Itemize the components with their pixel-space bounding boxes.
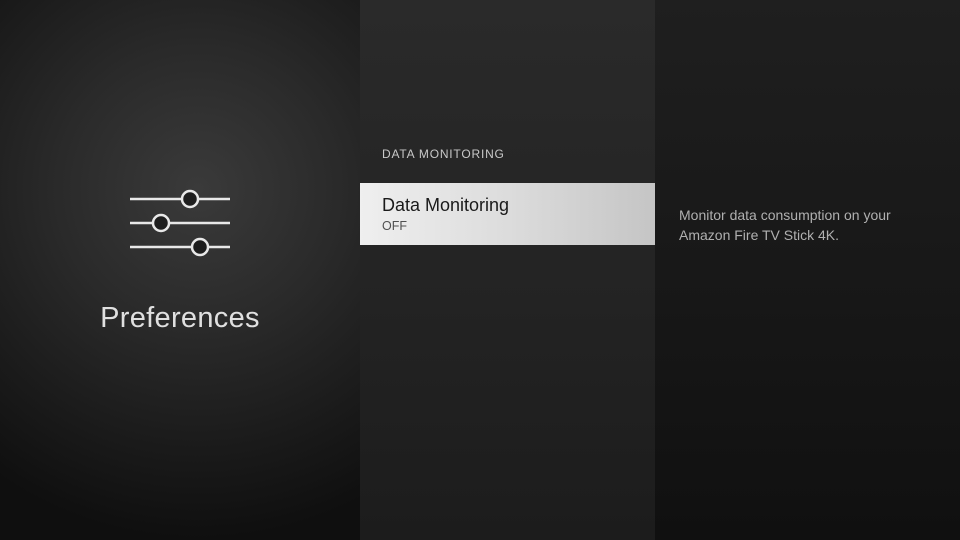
options-panel: DATA MONITORING Data Monitoring OFF	[360, 0, 655, 540]
description-panel: Monitor data consumption on your Amazon …	[655, 0, 960, 540]
option-title: Data Monitoring	[382, 195, 655, 216]
left-content: Preferences	[100, 185, 260, 335]
section-header: DATA MONITORING	[360, 0, 655, 161]
data-monitoring-option[interactable]: Data Monitoring OFF	[360, 183, 655, 245]
settings-screen: Preferences DATA MONITORING Data Monitor…	[0, 0, 960, 540]
option-description: Monitor data consumption on your Amazon …	[655, 0, 960, 246]
option-value: OFF	[382, 219, 655, 233]
left-panel: Preferences	[0, 0, 360, 540]
category-title: Preferences	[100, 302, 260, 335]
preferences-sliders-icon	[120, 185, 240, 266]
